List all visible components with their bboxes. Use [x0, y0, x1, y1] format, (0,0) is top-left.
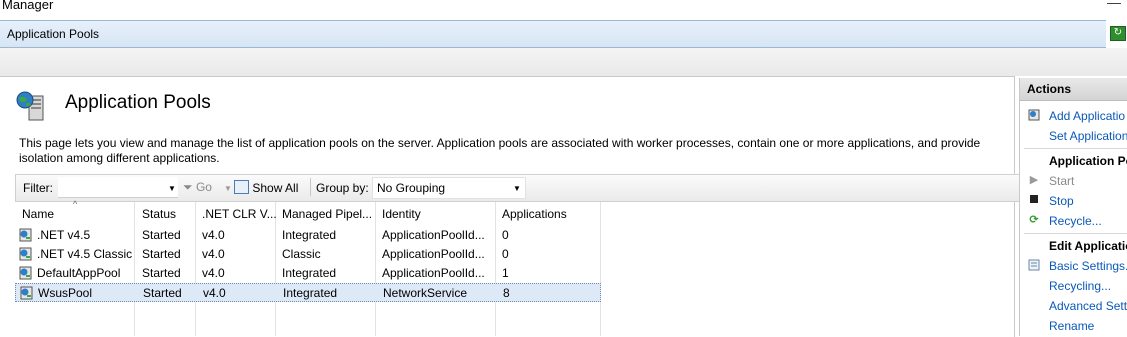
pool-applications: 8: [503, 286, 510, 300]
app-pool-icon: [19, 266, 32, 280]
group-by-value: No Grouping: [377, 181, 446, 195]
pool-identity: ApplicationPoolId...: [382, 247, 485, 261]
pool-status: Started: [142, 228, 181, 242]
edit-application-pool-heading: Edit Applicatio: [1049, 239, 1127, 253]
app-pool-icon: [19, 228, 32, 242]
refresh-icon[interactable]: ↻: [1110, 26, 1126, 41]
pool-clr: v4.0: [202, 247, 225, 261]
page-description: This page lets you view and manage the l…: [19, 136, 981, 165]
pool-clr: v4.0: [202, 266, 225, 280]
start-icon: ▶: [1029, 174, 1039, 186]
pool-clr: v4.0: [202, 228, 225, 242]
recycling-link[interactable]: Recycling...: [1049, 279, 1111, 293]
actions-pane: Actions Add Applicatio Set Application A…: [1019, 78, 1127, 336]
add-app-pool-icon: [1028, 109, 1040, 121]
title-bar: Manager —: [0, 0, 1127, 17]
pool-identity: ApplicationPoolId...: [382, 228, 485, 242]
pool-name: WsusPool: [38, 286, 93, 300]
toolbar-strip: [0, 48, 1127, 76]
pool-status: Started: [143, 286, 182, 300]
actions-title: Actions: [1027, 82, 1072, 96]
add-application-pool-link[interactable]: Add Applicatio: [1049, 109, 1125, 123]
go-dropdown-icon[interactable]: ▼: [224, 184, 232, 193]
filter-dropdown-icon[interactable]: ▼: [168, 184, 176, 193]
pool-status: Started: [142, 266, 181, 280]
app-pools-table: ^ Name Status .NET CLR V... Managed Pipe…: [15, 199, 601, 336]
pool-identity: NetworkService: [383, 286, 468, 300]
pool-clr: v4.0: [203, 286, 226, 300]
pool-pipeline: Classic: [282, 247, 321, 261]
toolbar-separator: [310, 178, 311, 196]
actions-separator: [1024, 233, 1127, 234]
filter-label: Filter:: [23, 181, 53, 195]
application-pool-tasks-heading: Application Po: [1049, 154, 1127, 168]
show-all-button[interactable]: Show All: [234, 180, 298, 195]
application-pools-icon: [16, 91, 44, 121]
minimize-icon[interactable]: —: [1107, 0, 1121, 10]
group-by-label: Group by:: [316, 181, 369, 195]
actions-header: Actions: [1020, 78, 1127, 101]
pool-name: .NET v4.5: [37, 228, 91, 242]
pool-status: Started: [142, 247, 181, 261]
pool-applications: 0: [502, 247, 509, 261]
pool-name: .NET v4.5 Classic: [37, 247, 133, 261]
show-all-label: Show All: [252, 181, 299, 195]
filter-toolbar: Filter: ▼ ⏷ Go ▼ Show All Group by: No G…: [15, 174, 1027, 202]
pool-pipeline: Integrated: [282, 228, 337, 242]
basic-settings-icon: [1028, 259, 1040, 271]
actions-separator: [1024, 148, 1127, 149]
pool-name: DefaultAppPool: [37, 266, 121, 280]
pool-pipeline: Integrated: [282, 266, 337, 280]
stop-link[interactable]: Stop: [1049, 194, 1074, 208]
pool-pipeline: Integrated: [283, 286, 338, 300]
go-button[interactable]: ⏷ Go: [183, 180, 212, 195]
table-row-selected[interactable]: WsusPool Started v4.0 Integrated Network…: [15, 283, 601, 302]
sort-ascending-icon: ^: [73, 199, 78, 209]
table-row[interactable]: .NET v4.5 Classic Started v4.0 Classic A…: [15, 245, 601, 264]
show-all-icon: [234, 180, 249, 194]
stop-icon: [1028, 194, 1040, 206]
basic-settings-link[interactable]: Basic Settings...: [1049, 259, 1127, 273]
rename-link[interactable]: Rename: [1049, 319, 1094, 333]
app-pool-icon: [20, 286, 33, 300]
set-application-pool-defaults-link[interactable]: Set Application: [1049, 129, 1127, 143]
go-label: Go: [195, 180, 212, 194]
group-by-select[interactable]: No Grouping ▼: [372, 177, 526, 199]
table-row[interactable]: .NET v4.5 Started v4.0 Integrated Applic…: [15, 226, 601, 245]
table-row[interactable]: DefaultAppPool Started v4.0 Integrated A…: [15, 264, 601, 283]
page-title: Application Pools: [65, 92, 211, 113]
start-link[interactable]: Start: [1049, 174, 1074, 188]
recycle-link[interactable]: Recycle...: [1049, 214, 1102, 228]
pool-identity: ApplicationPoolId...: [382, 266, 485, 280]
address-bar[interactable]: Application Pools: [0, 20, 1106, 48]
advanced-settings-link[interactable]: Advanced Setti: [1049, 299, 1127, 313]
group-by-dropdown-icon: ▼: [513, 184, 521, 193]
pool-applications: 1: [502, 266, 509, 280]
breadcrumb[interactable]: Application Pools: [7, 27, 99, 41]
window-title: Manager: [2, 0, 54, 12]
app-pool-icon: [19, 247, 32, 261]
filter-input[interactable]: [58, 177, 178, 198]
recycle-icon: ⟳: [1029, 214, 1039, 226]
pool-applications: 0: [502, 228, 509, 242]
filter-funnel-icon: ⏷: [183, 180, 193, 194]
